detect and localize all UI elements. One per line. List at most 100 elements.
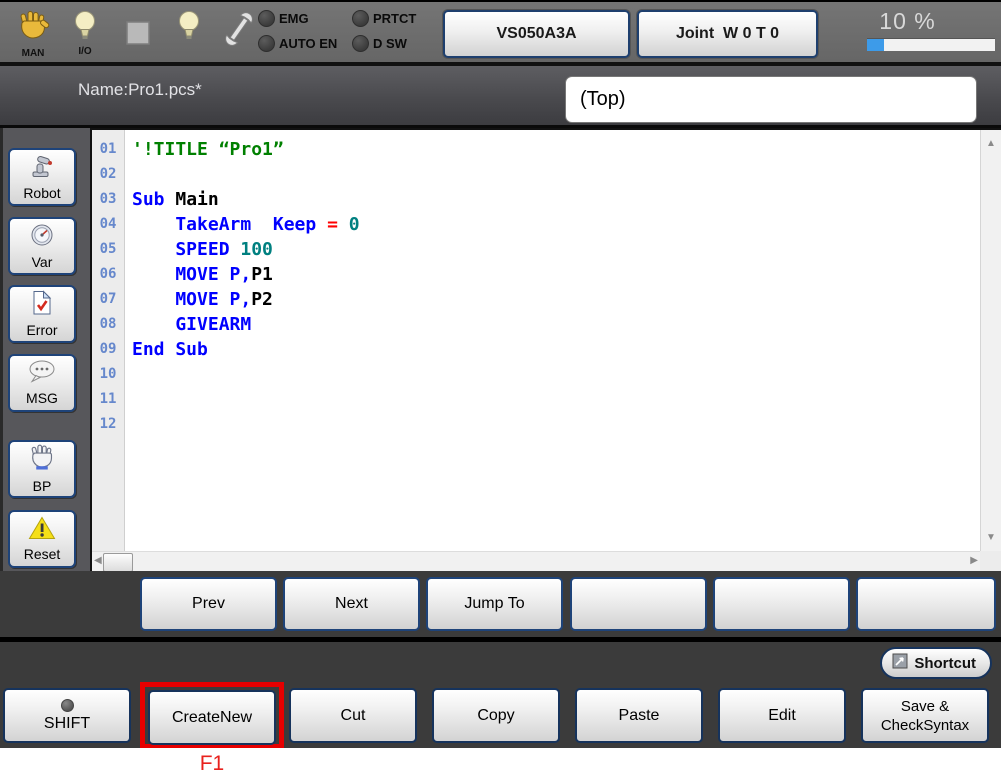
- code-line[interactable]: Sub Main: [132, 187, 980, 212]
- sidebar: Robot Var Error MSG BP Reset: [0, 128, 90, 571]
- scroll-down-icon[interactable]: ▼: [981, 532, 1001, 543]
- paste-button[interactable]: Paste: [575, 688, 703, 743]
- blank-button[interactable]: [713, 577, 850, 631]
- sidebar-item-msg[interactable]: MSG: [8, 354, 76, 412]
- code-line[interactable]: [132, 387, 980, 412]
- autoen-led-item: AUTO EN: [258, 35, 352, 52]
- procedure-selector[interactable]: (Top): [565, 76, 977, 123]
- line-number: 02: [99, 166, 117, 182]
- edit-button[interactable]: Edit: [718, 688, 846, 743]
- code-area[interactable]: '!TITLE “Pro1” Sub Main TakeArm Keep = 0 …: [126, 130, 980, 551]
- line-number: 07: [99, 291, 117, 307]
- prev-button[interactable]: Prev: [140, 577, 277, 631]
- code-token: Main: [175, 189, 219, 210]
- shift-button-label: SHIFT: [43, 714, 91, 732]
- vertical-scrollbar[interactable]: ▲ ▼: [980, 130, 1001, 551]
- line-number: 09: [99, 341, 117, 357]
- sidebar-item-error[interactable]: Error: [8, 285, 76, 343]
- save-label-line2: CheckSyntax: [880, 716, 970, 734]
- wrench-icon: [224, 8, 254, 55]
- horizontal-scroll-thumb[interactable]: [103, 553, 133, 572]
- save-checksyntax-button[interactable]: Save & CheckSyntax: [861, 688, 989, 743]
- f1-key-label: F1: [199, 752, 225, 775]
- createnew-highlight-box: CreateNew: [140, 682, 284, 749]
- sidebar-item-var[interactable]: Var: [8, 217, 76, 275]
- code-token: 100: [240, 239, 273, 260]
- scroll-left-icon[interactable]: ◀: [94, 555, 102, 566]
- copy-button[interactable]: Copy: [432, 688, 560, 743]
- code-token: P1: [251, 264, 273, 285]
- main-area: Robot Var Error MSG BP Reset 01 02 03 04…: [0, 128, 1001, 572]
- blank-button[interactable]: [570, 577, 707, 631]
- jump-to-button[interactable]: Jump To: [426, 577, 563, 631]
- lightbulb-icon: [72, 10, 98, 47]
- message-bubble-icon: [28, 360, 56, 389]
- code-token: SPEED: [132, 239, 241, 260]
- sidebar-item-label: BP: [32, 478, 52, 494]
- code-editor[interactable]: 01 02 03 04 05 06 07 08 09 10 11 12 '!TITLE “Pro1” S…: [90, 128, 1001, 572]
- code-line[interactable]: End Sub: [132, 337, 980, 362]
- teach-pendant-screen: MAN I/O EMG PRTCT AUTO EN D SW VS050A3A …: [0, 0, 1001, 781]
- line-number: 08: [99, 316, 117, 332]
- code-line[interactable]: TakeArm Keep = 0: [132, 212, 980, 237]
- emg-led-icon: [258, 10, 275, 27]
- code-line[interactable]: [132, 362, 980, 387]
- code-line[interactable]: GIVEARM: [132, 312, 980, 337]
- code-line[interactable]: MOVE P,P2: [132, 287, 980, 312]
- line-number: 12: [99, 416, 117, 432]
- function-key-panel: Shortcut SHIFT CreateNew Cut Copy Paste …: [0, 642, 1001, 749]
- prtct-led-item: PRTCT: [352, 10, 442, 27]
- program-title-bar: Name:Pro1.pcs* (Top): [0, 66, 1001, 128]
- dsw-led-icon: [352, 35, 369, 52]
- line-number: 05: [99, 241, 117, 257]
- fkey-annotation-strip: F1: [0, 748, 1001, 781]
- navigation-button-row: Prev Next Jump To: [0, 571, 1001, 642]
- error-document-icon: [30, 290, 54, 321]
- prtct-led-label: PRTCT: [373, 11, 417, 26]
- robot-type-button[interactable]: VS050A3A: [443, 10, 630, 58]
- create-new-button[interactable]: CreateNew: [148, 690, 276, 745]
- line-number: 10: [99, 366, 117, 382]
- code-line[interactable]: [132, 162, 980, 187]
- line-number: 01: [99, 141, 117, 157]
- next-button[interactable]: Next: [283, 577, 420, 631]
- dsw-led-label: D SW: [373, 36, 407, 51]
- program-name: Name:Pro1.pcs*: [78, 80, 202, 99]
- io-label: I/O: [78, 46, 92, 57]
- emg-led-item: EMG: [258, 10, 352, 27]
- code-line[interactable]: '!TITLE “Pro1”: [132, 137, 980, 162]
- code-token: GIVEARM: [132, 314, 252, 335]
- line-number: 04: [99, 216, 117, 232]
- code-token: MOVE P,: [132, 289, 252, 310]
- code-line[interactable]: [132, 412, 980, 437]
- sidebar-item-bp[interactable]: BP: [8, 440, 76, 498]
- code-token: P2: [251, 289, 273, 310]
- man-label: MAN: [21, 48, 45, 59]
- top-status-bar: MAN I/O EMG PRTCT AUTO EN D SW VS050A3A …: [0, 0, 1001, 66]
- scroll-up-icon[interactable]: ▲: [981, 138, 1001, 149]
- speed-progress-fill: [867, 39, 884, 51]
- speed-percent-text: 10 %: [879, 8, 936, 34]
- save-label-line1: Save &: [900, 697, 950, 715]
- cut-button[interactable]: Cut: [289, 688, 417, 743]
- horizontal-scrollbar[interactable]: ◀ ▶: [92, 551, 980, 572]
- joint-mode-button[interactable]: Joint W 0 T 0: [637, 10, 818, 58]
- sidebar-item-robot[interactable]: Robot: [8, 148, 76, 206]
- sidebar-item-reset[interactable]: Reset: [8, 510, 76, 568]
- code-line[interactable]: SPEED 100: [132, 237, 980, 262]
- code-line[interactable]: MOVE P,P1: [132, 262, 980, 287]
- stop-square-indicator: [125, 20, 151, 51]
- speed-progress-bar: [867, 38, 995, 51]
- speed-indicator: 10 %: [820, 8, 995, 51]
- blank-button[interactable]: [856, 577, 996, 631]
- scroll-right-icon[interactable]: ▶: [970, 555, 978, 566]
- shift-button[interactable]: SHIFT: [3, 688, 131, 743]
- status-led-panel: EMG PRTCT AUTO EN D SW: [258, 10, 442, 52]
- line-number-gutter: 01 02 03 04 05 06 07 08 09 10 11 12: [92, 130, 125, 551]
- hand-icon: [16, 10, 50, 49]
- shortcut-button[interactable]: Shortcut: [880, 647, 992, 679]
- sidebar-item-label: Error: [26, 322, 58, 338]
- robot-arm-icon: [29, 153, 55, 184]
- lightbulb-icon: [176, 10, 202, 47]
- edit-box-icon: [892, 653, 908, 673]
